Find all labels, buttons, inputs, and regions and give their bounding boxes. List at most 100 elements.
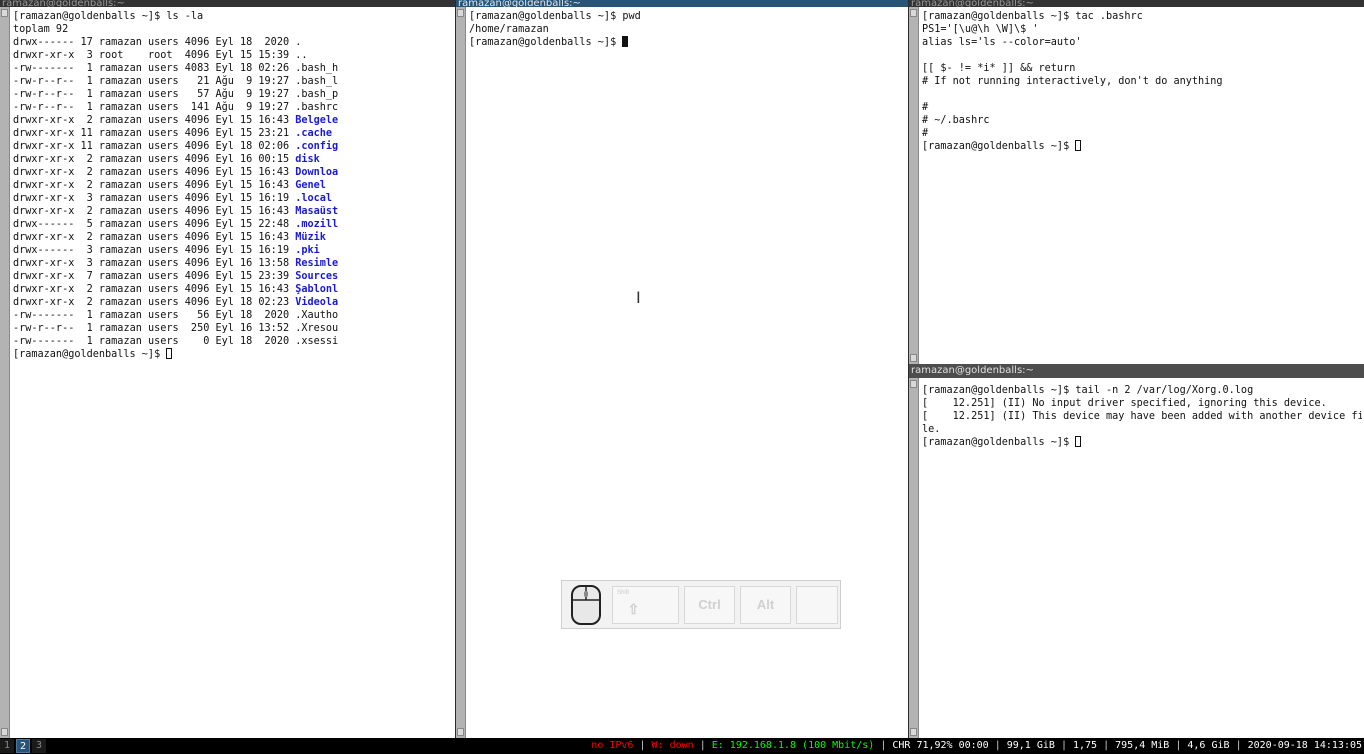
scroll-down-arrow-icon[interactable] [910, 354, 917, 362]
entry-group: users [147, 63, 179, 74]
entry-size: 4096 [184, 271, 210, 282]
entry-group: users [147, 115, 179, 126]
entry-perm: drwx------ [13, 219, 75, 230]
entry-group: users [147, 180, 179, 191]
terminal-window-left[interactable]: ramazan@goldenballs:~ [ramazan@goldenbal… [0, 0, 455, 738]
entry-group: users [147, 76, 179, 87]
entry-group: root [147, 50, 179, 61]
terminal-output-left[interactable]: [ramazan@goldenballs ~]$ ls -la toplam 92… [13, 10, 453, 736]
entry-name: Sources [295, 271, 339, 282]
entry-date: Ağu 9 19:27 [215, 102, 290, 113]
entry-owner: ramazan [98, 89, 142, 100]
entry-name: Müzik [295, 232, 326, 243]
entry-n: 2 [80, 180, 93, 191]
entry-group: users [147, 284, 179, 295]
terminal-cursor [1075, 140, 1082, 151]
entry-name: .bash_p [295, 89, 339, 100]
workspace-button-2[interactable]: 2 [16, 739, 30, 753]
entry-perm: drwxr-xr-x [13, 258, 75, 269]
terminal-line: le. [922, 424, 941, 435]
entry-perm: drwxr-xr-x [13, 154, 75, 165]
terminal-line: /home/ramazan [469, 24, 549, 35]
entry-name: .bash_h [295, 63, 339, 74]
scroll-up-arrow-icon[interactable] [910, 380, 917, 388]
ethernet-status: E: 192.168.1.8 (100 Mbit/s) [711, 740, 875, 751]
entry-name: Belgele [295, 115, 339, 126]
entry-name: disk [295, 154, 320, 165]
terminal-output-bottom-right[interactable]: [ramazan@goldenballs ~]$ tail -n 2 /var/… [922, 384, 1362, 736]
entry-owner: ramazan [98, 102, 142, 113]
terminal-line: [ramazan@goldenballs ~]$ ls -la [13, 11, 204, 22]
window-title-top-right[interactable]: ramazan@goldenballs:~ [909, 0, 1364, 7]
entry-size: 21 [184, 76, 210, 87]
entry-date: Eyl 15 16:43 [215, 115, 290, 126]
scroll-down-arrow-icon[interactable] [1, 728, 8, 736]
scroll-down-arrow-icon[interactable] [457, 728, 464, 736]
entry-perm: drwxr-xr-x [13, 141, 75, 152]
entry-date: Eyl 15 16:43 [215, 167, 290, 178]
entry-date: Eyl 18 02:06 [215, 141, 290, 152]
entry-group: users [147, 141, 179, 152]
entry-group: users [147, 297, 179, 308]
directory-entry: drwxr-xr-x 2 ramazan users 4096 Eyl 16 0… [13, 153, 453, 166]
file-entry: -rw-r--r-- 1 ramazan users 57 Ağu 9 19:2… [13, 88, 453, 101]
entry-perm: drwxr-xr-x [13, 271, 75, 282]
entry-owner: root [98, 50, 142, 61]
entry-name: Masaüst [295, 206, 339, 217]
directory-entry: drwxr-xr-x 2 ramazan users 4096 Eyl 18 0… [13, 296, 453, 309]
entry-size: 4096 [184, 180, 210, 191]
terminal-window-bottom-right[interactable]: ramazan@goldenballs:~ [ramazan@goldenbal… [909, 364, 1364, 738]
entry-n: 2 [80, 284, 93, 295]
window-title-middle[interactable]: ramazan@goldenballs:~ [456, 0, 908, 7]
disk-status: 99,1 GiB [1006, 740, 1055, 751]
directory-entry: drwxr-xr-x 11 ramazan users 4096 Eyl 18 … [13, 140, 453, 153]
entry-perm: -rw-r--r-- [13, 102, 75, 113]
terminal-output-top-right[interactable]: [ramazan@goldenballs ~]$ tac .bashrc PS1=… [922, 10, 1362, 362]
scroll-up-arrow-icon[interactable] [457, 9, 464, 17]
entry-n: 3 [80, 193, 93, 204]
entry-owner: ramazan [98, 297, 142, 308]
directory-entry: drwxr-xr-x 3 ramazan users 4096 Eyl 16 1… [13, 257, 453, 270]
entry-date: Eyl 15 16:43 [215, 232, 290, 243]
window-title-left[interactable]: ramazan@goldenballs:~ [0, 0, 455, 7]
terminal-line: PS1='[\u@\h \W]\$ ' [922, 24, 1039, 35]
entry-date: Eyl 18 02:26 [215, 63, 290, 74]
file-entry: -rw------- 1 ramazan users 56 Eyl 18 202… [13, 309, 453, 322]
entry-size: 4096 [184, 219, 210, 230]
entry-size: 4096 [184, 37, 210, 48]
entry-n: 11 [80, 141, 93, 152]
workspace-button-1[interactable]: 1 [0, 739, 14, 753]
key-press-monitor: Shift ⇧ Ctrl Alt [561, 580, 841, 629]
scroll-down-arrow-icon[interactable] [910, 728, 917, 736]
scroll-up-arrow-icon[interactable] [910, 9, 917, 17]
entry-n: 1 [80, 336, 93, 347]
entry-owner: ramazan [98, 115, 142, 126]
workspace-button-3[interactable]: 3 [32, 739, 46, 753]
directory-entry: drwxr-xr-x 3 ramazan users 4096 Eyl 15 1… [13, 192, 453, 205]
entry-date: Eyl 15 23:39 [215, 271, 290, 282]
window-title-bottom-right[interactable]: ramazan@goldenballs:~ [909, 364, 1364, 378]
entry-perm: -rw-r--r-- [13, 89, 75, 100]
entry-name: .Xautho [295, 310, 339, 321]
scrollbar-middle[interactable] [456, 7, 466, 738]
entry-n: 2 [80, 167, 93, 178]
entry-size: 0 [184, 336, 210, 347]
scrollbar-top-right[interactable] [909, 7, 919, 364]
scrollbar-left[interactable] [0, 7, 10, 738]
entry-perm: drwxr-xr-x [13, 115, 75, 126]
terminal-window-top-right[interactable]: ramazan@goldenballs:~ [ramazan@goldenbal… [909, 0, 1364, 364]
directory-entry: drwx------ 5 ramazan users 4096 Eyl 15 2… [13, 218, 453, 231]
load-status: 1,75 [1072, 740, 1098, 751]
scroll-up-arrow-icon[interactable] [1, 9, 8, 17]
terminal-line: [ 12.251] (II) This device may have been… [922, 411, 1362, 422]
directory-entry: drwx------ 3 ramazan users 4096 Eyl 15 1… [13, 244, 453, 257]
entry-n: 11 [80, 128, 93, 139]
entry-owner: ramazan [98, 167, 142, 178]
scrollbar-bottom-right[interactable] [909, 378, 919, 738]
entry-name: Downloa [295, 167, 339, 178]
entry-size: 4096 [184, 115, 210, 126]
entry-owner: ramazan [98, 232, 142, 243]
datetime-status: 2020-09-18 14:13:05 [1247, 740, 1362, 751]
entry-date: Eyl 18 2020 [215, 37, 290, 48]
entry-size: 4096 [184, 284, 210, 295]
